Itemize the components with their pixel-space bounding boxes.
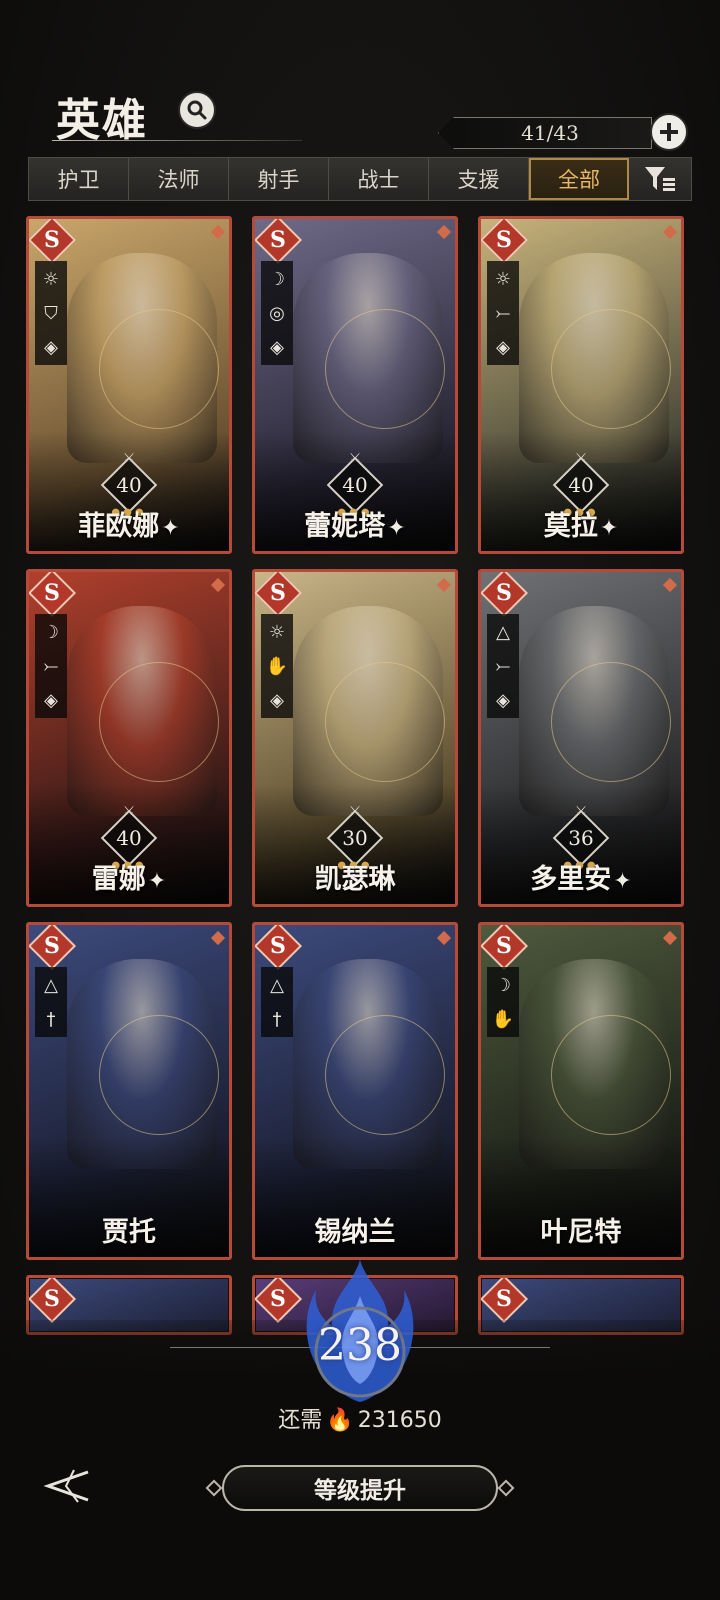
- plus-icon: [660, 123, 678, 141]
- dragon-icon: ◈: [496, 689, 510, 711]
- level-value: 40: [116, 826, 142, 850]
- tab-warrior[interactable]: 战士: [329, 158, 429, 200]
- title-underline: [52, 140, 302, 141]
- level-value: 40: [116, 473, 142, 497]
- role-icons: ☼ ✋ ◈: [261, 614, 293, 718]
- role-icons: ☽ ✋: [487, 967, 519, 1037]
- hero-count-badge: 41/43: [438, 117, 652, 149]
- sun-icon: ☼: [268, 621, 286, 643]
- sparkle-icon: ✦: [147, 869, 167, 894]
- dagger-icon: †: [46, 1008, 56, 1030]
- tab-guard[interactable]: 护卫: [29, 158, 129, 200]
- role-icons: ☽ ⤚ ◈: [35, 614, 67, 718]
- bow-icon: ⤚: [495, 302, 511, 324]
- rank-badge: S: [255, 1278, 303, 1324]
- tab-mage[interactable]: 法师: [129, 158, 229, 200]
- filter-icon: [645, 167, 675, 191]
- hero-name: 凯瑟琳: [314, 864, 396, 895]
- soul-flame-icon: 🔥: [326, 1408, 354, 1433]
- hero-card[interactable]: S ☽ ✋ 叶尼特: [478, 922, 684, 1260]
- upgrade-cost: 还需 🔥 231650: [0, 1402, 720, 1434]
- swirl-icon: ◎: [269, 302, 285, 324]
- shield-icon: ⛉: [44, 302, 58, 324]
- hero-name: 菲欧娜✦: [78, 511, 180, 542]
- dagger-icon: †: [272, 1008, 282, 1030]
- level-value: 36: [568, 826, 594, 850]
- hero-card[interactable]: S △ † 锡纳兰: [252, 922, 458, 1260]
- back-button[interactable]: [38, 1466, 94, 1506]
- sparkle-icon: ✦: [387, 516, 406, 541]
- role-icons: ☼ ⛉ ◈: [35, 261, 67, 365]
- role-icons: △ †: [35, 967, 67, 1037]
- dragon-icon: ◈: [270, 689, 284, 711]
- hero-name: 蕾妮塔✦: [304, 511, 406, 542]
- level-value: 40: [568, 473, 594, 497]
- tab-archer[interactable]: 射手: [229, 158, 329, 200]
- hero-name: 多里安✦: [530, 864, 632, 895]
- hero-name: 贾托: [102, 1217, 156, 1248]
- hero-name: 锡纳兰: [314, 1217, 396, 1248]
- dragon-icon: ◈: [270, 336, 284, 358]
- moon-icon: ☽: [494, 974, 512, 996]
- dragon-icon: ◈: [44, 336, 58, 358]
- sparkle-icon: ✦: [599, 516, 619, 541]
- sparkle-icon: ✦: [613, 869, 632, 894]
- hero-card[interactable]: S △ † 贾托: [26, 922, 232, 1260]
- tab-all[interactable]: 全部: [529, 158, 629, 200]
- dragon-icon: ◈: [44, 689, 58, 711]
- sparkle-icon: ✦: [161, 516, 180, 541]
- tab-support[interactable]: 支援: [429, 158, 529, 200]
- total-level: 238: [318, 1320, 402, 1371]
- sun-icon: ☼: [494, 268, 512, 290]
- rank-badge: S: [481, 1278, 529, 1324]
- palm-icon: ✋: [265, 655, 289, 677]
- sun-icon: ☼: [42, 268, 60, 290]
- hero-name: 雷娜✦: [91, 864, 167, 895]
- cost-label: 还需: [278, 1408, 323, 1433]
- header: 英雄 41/43: [0, 0, 720, 151]
- filter-button[interactable]: [629, 158, 691, 200]
- hero-card[interactable]: S☼⤚◈⚔40●●●莫拉✦: [478, 216, 684, 554]
- add-slot-button[interactable]: [650, 113, 688, 151]
- level-value: 30: [342, 826, 368, 850]
- hero-card[interactable]: S☽⤚◈⚔40●●●雷娜✦: [26, 569, 232, 907]
- bow-icon: ⤚: [495, 655, 511, 677]
- page-title: 英雄: [56, 95, 148, 146]
- hero-card[interactable]: S△⤚◈⚔36●●●多里安✦: [478, 569, 684, 907]
- bow-icon: ⤚: [43, 655, 59, 677]
- moon-icon: ☽: [42, 621, 60, 643]
- hero-name: 叶尼特: [540, 1217, 622, 1248]
- class-tabs: 护卫 法师 射手 战士 支援 全部: [28, 157, 692, 201]
- role-icons: △ ⤚ ◈: [487, 614, 519, 718]
- role-icons: △ †: [261, 967, 293, 1037]
- search-button[interactable]: [178, 91, 216, 129]
- search-icon: [187, 100, 207, 120]
- hero-name: 莫拉✦: [543, 511, 619, 542]
- level-up-button[interactable]: 等级提升: [222, 1465, 498, 1511]
- dragon-icon: ◈: [496, 336, 510, 358]
- cost-value: 231650: [357, 1408, 442, 1433]
- hero-card[interactable]: S☼⛉◈⚔40●●●菲欧娜✦: [26, 216, 232, 554]
- level-value: 40: [342, 473, 368, 497]
- hero-grid: S☼⛉◈⚔40●●●菲欧娜✦S☽◎◈⚔40●●●蕾妮塔✦S☼⤚◈⚔40●●●莫拉…: [26, 216, 696, 1342]
- moon-icon: ☽: [268, 268, 286, 290]
- triangle-icon: △: [496, 621, 510, 643]
- hero-card[interactable]: S☽◎◈⚔40●●●蕾妮塔✦: [252, 216, 458, 554]
- hero-count: 41/43: [521, 121, 579, 145]
- back-arrow-icon: [43, 1469, 89, 1503]
- triangle-icon: △: [270, 974, 284, 996]
- rank-badge: S: [29, 1278, 77, 1324]
- role-icons: ☽ ◎ ◈: [261, 261, 293, 365]
- hero-card[interactable]: S☼✋◈⚔30●●●凯瑟琳: [252, 569, 458, 907]
- triangle-icon: △: [44, 974, 58, 996]
- role-icons: ☼ ⤚ ◈: [487, 261, 519, 365]
- palm-icon: ✋: [491, 1008, 515, 1030]
